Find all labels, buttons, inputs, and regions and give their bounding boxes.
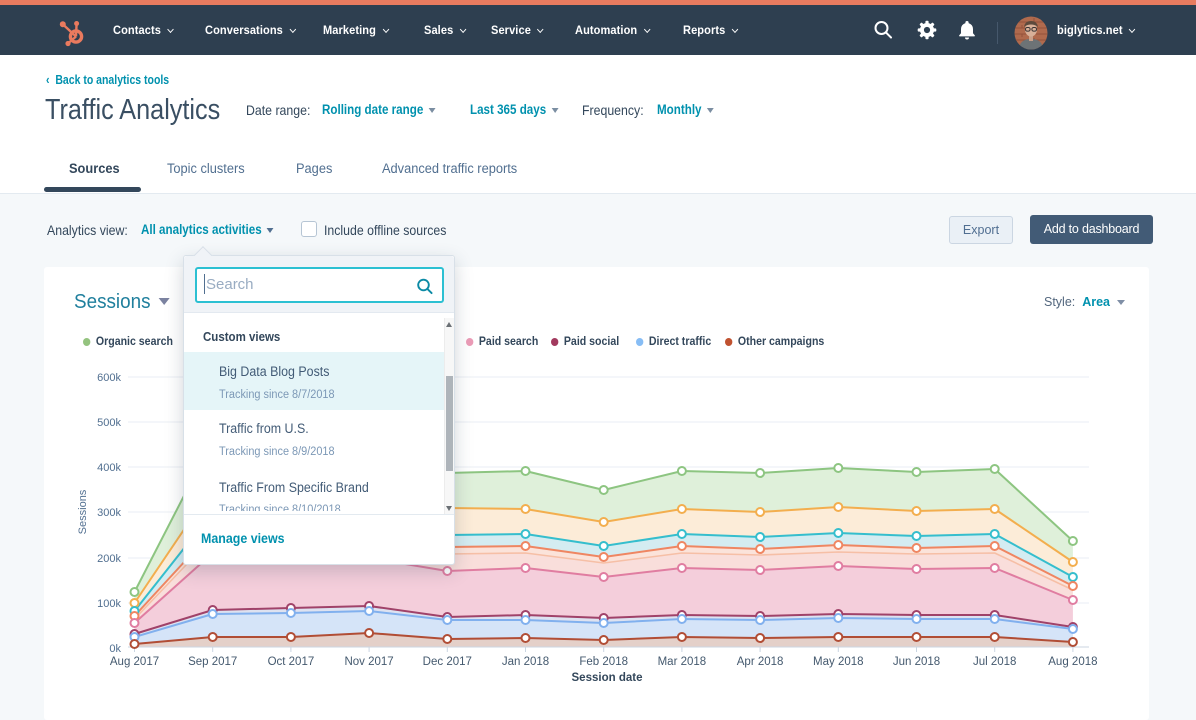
svg-text:100k: 100k [97, 598, 121, 610]
svg-text:Mar 2018: Mar 2018 [658, 656, 707, 668]
svg-text:200k: 200k [97, 553, 121, 565]
svg-text:Dec 2017: Dec 2017 [423, 656, 472, 668]
svg-text:500k: 500k [97, 417, 121, 429]
svg-text:400k: 400k [97, 462, 121, 474]
svg-text:Feb 2018: Feb 2018 [579, 656, 628, 668]
svg-text:Aug 2017: Aug 2017 [110, 656, 159, 668]
svg-text:0k: 0k [109, 643, 121, 655]
svg-text:Jun 2018: Jun 2018 [893, 656, 940, 668]
svg-text:Oct 2017: Oct 2017 [268, 656, 315, 668]
svg-text:Aug 2018: Aug 2018 [1048, 656, 1097, 668]
svg-text:Nov 2017: Nov 2017 [344, 656, 393, 668]
svg-text:Apr 2018: Apr 2018 [737, 656, 784, 668]
svg-text:May 2018: May 2018 [813, 656, 864, 668]
svg-text:300k: 300k [97, 507, 121, 519]
svg-text:Jul 2018: Jul 2018 [973, 656, 1016, 668]
svg-text:Jan 2018: Jan 2018 [502, 656, 549, 668]
svg-text:Session date: Session date [572, 672, 643, 684]
svg-text:Sep 2017: Sep 2017 [188, 656, 237, 668]
svg-text:Sessions: Sessions [77, 489, 89, 534]
svg-text:600k: 600k [97, 372, 121, 384]
